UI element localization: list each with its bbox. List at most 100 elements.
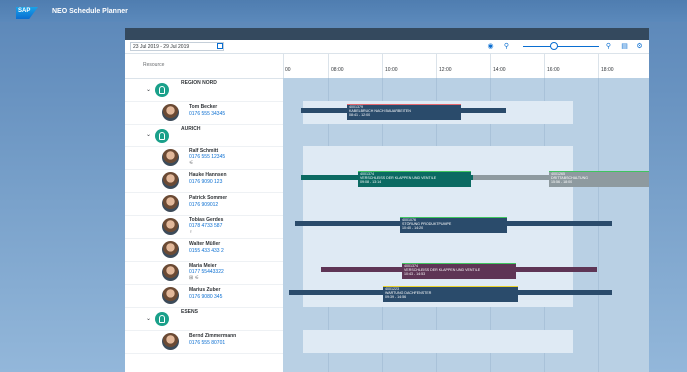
eye-icon[interactable]: ◉ [487,43,494,50]
resource-phone[interactable]: 0176 909012 [189,202,218,208]
resource-row[interactable]: Hauke Hannsen 0176 9090 123 [125,169,283,193]
resource-row[interactable]: Ralf Schmitt 0176 555 12345 ⚟ [125,146,283,170]
toolbar: 23 Jul 2019 - 29 Jul 2019 ◉ ⚲ ⚲ ▤ ⚙ [125,40,649,54]
resource-phone[interactable]: 0176 555 34345 [189,111,225,117]
assignment-time: 10:40 - 14:20 [402,226,424,230]
resource-phone[interactable]: 0155 433 433 2 [189,248,224,254]
resource-header-label: Resource [143,62,165,68]
app-title: NEO Schedule Planner [52,8,128,15]
resource-row[interactable]: Maria Meier 0177 55443322 ⊞ ⚟ [125,261,283,285]
tick-line [490,54,491,78]
travel-bar[interactable] [473,175,553,180]
assignment-bar[interactable]: 4001223 WARTUNG DACHFENSTER 09:39 - 14:5… [383,286,518,302]
sap-logo-text: SAP [18,8,31,14]
availability-lane [303,146,573,169]
tick-label: 18:00 [601,67,614,73]
group-name: ESENS [181,309,198,315]
resource-name: Walter Müller [189,241,221,247]
legend-icon[interactable]: ▤ [621,43,628,50]
settings-icon[interactable]: ⚙ [636,43,643,50]
resource-row[interactable]: Tobias Gerdes 0178 4733 587 ♀ [125,215,283,239]
resource-name: Patrick Sommer [189,195,228,201]
resource-phone[interactable]: 0176 555 80701 [189,340,225,346]
resource-row[interactable]: Marius Zuber 0176 9080 345 [125,284,283,308]
assignment-time: 09:08 - 13:14 [360,180,382,184]
assignment-bar[interactable]: 4001374 VERSCHLEISS DER KLAPPEN UND VENT… [358,171,471,187]
chevron-down-icon[interactable]: ⌄ [146,131,151,138]
date-range-input[interactable]: 23 Jul 2019 - 29 Jul 2019 [130,42,224,51]
assignment-bar[interactable]: 4001076 STÖRUNG PRODUKTPUMPE 10:40 - 14:… [400,217,507,233]
status-stripe [347,104,461,105]
resource-phone[interactable]: 0176 9090 123 [189,179,222,185]
zoom-slider-track[interactable] [523,46,599,47]
tick-line [382,54,383,78]
schedule-grid[interactable]: 4001379 KABELBRUCH NACH BAUARBEITEN 08:4… [283,78,649,372]
assignment-time: 10:43 - 14:53 [404,272,426,276]
assignment-bar[interactable]: 4001374 VERSCHLEISS DER KLAPPEN UND VENT… [402,263,516,279]
resource-row[interactable]: Bernd Zimmermann 0176 555 80701 [125,330,283,354]
resource-name: Hauke Hannsen [189,172,227,178]
tick-label: 12:00 [439,67,452,73]
avatar [162,241,179,258]
group-icon [155,129,169,143]
resource-phone[interactable]: 0176 9080 345 [189,294,222,300]
availability-lane [303,192,573,215]
assignment-time: 09:39 - 14:56 [385,295,407,299]
group-row[interactable]: ⌄ REGION NORD [125,78,283,102]
resource-name: Bernd Zimmermann [189,333,237,339]
tick-line [328,54,329,78]
planner-window: 23 Jul 2019 - 29 Jul 2019 ◉ ⚲ ⚲ ▤ ⚙ Reso… [125,28,649,372]
tick-line [283,54,284,78]
resource-phone[interactable]: 0178 4733 587 [189,223,222,229]
tick-line [436,54,437,78]
zoom-slider-handle[interactable] [550,42,558,50]
status-stripe [549,171,649,172]
tick-label: 16:00 [547,67,560,73]
tick-label: 00 [285,67,291,73]
avatar [162,264,179,281]
assignment-time: 15:56 - 18:00 [551,180,573,184]
group-row[interactable]: ⌄ AURICH [125,124,283,147]
chevron-down-icon[interactable]: ⌄ [146,86,151,93]
group-name: AURICH [181,126,201,132]
avatar [162,149,179,166]
avatar [162,218,179,235]
chevron-down-icon[interactable]: ⌄ [146,315,151,322]
timeline-header: 00 08:00 10:00 12:00 14:00 16:00 18:00 [283,54,649,79]
resource-row[interactable]: Walter Müller 0155 433 433 2 [125,238,283,262]
resource-row[interactable]: Patrick Sommer 0176 909012 [125,192,283,216]
avatar [162,195,179,212]
resource-skill-icons: ⊞ ⚟ [189,275,200,281]
group-name: REGION NORD [181,80,217,86]
calendar-icon[interactable] [217,43,223,49]
tick-label: 08:00 [331,67,344,73]
group-row[interactable]: ⌄ ESENS [125,307,283,331]
group-icon [155,83,169,97]
zoom-in-icon[interactable]: ⚲ [605,43,612,50]
resource-phone[interactable]: 0176 555 12345 [189,154,225,160]
availability-lane [303,238,573,261]
zoom-out-icon[interactable]: ⚲ [503,43,510,50]
shell-bar: SAP NEO Schedule Planner [0,0,687,22]
avatar [162,287,179,304]
avatar [162,104,179,121]
tick-line [544,54,545,78]
resource-name: Marius Zuber [189,287,221,293]
status-stripe [400,217,507,218]
assignment-bar[interactable]: 4001265 DRITTABSCHALTUNG 15:56 - 18:00 [549,171,649,187]
tick-label: 10:00 [385,67,398,73]
avatar [162,172,179,189]
tick-label: 14:00 [493,67,506,73]
resource-row[interactable]: Tom Becker 0176 555 34345 [125,101,283,125]
title-bar [125,28,649,40]
status-stripe [402,263,516,264]
avatar [162,333,179,350]
resource-name: Tom Becker [189,104,218,110]
tick-line [598,54,599,78]
assignment-bar[interactable]: 4001379 KABELBRUCH NACH BAUARBEITEN 08:4… [347,104,461,120]
resource-column-header: Resource [125,54,284,79]
status-stripe [358,171,471,172]
group-icon [155,312,169,326]
resource-list: ⌄ REGION NORD Tom Becker 0176 555 34345 … [125,78,284,372]
resource-skill-icons: ⚟ [189,160,194,166]
